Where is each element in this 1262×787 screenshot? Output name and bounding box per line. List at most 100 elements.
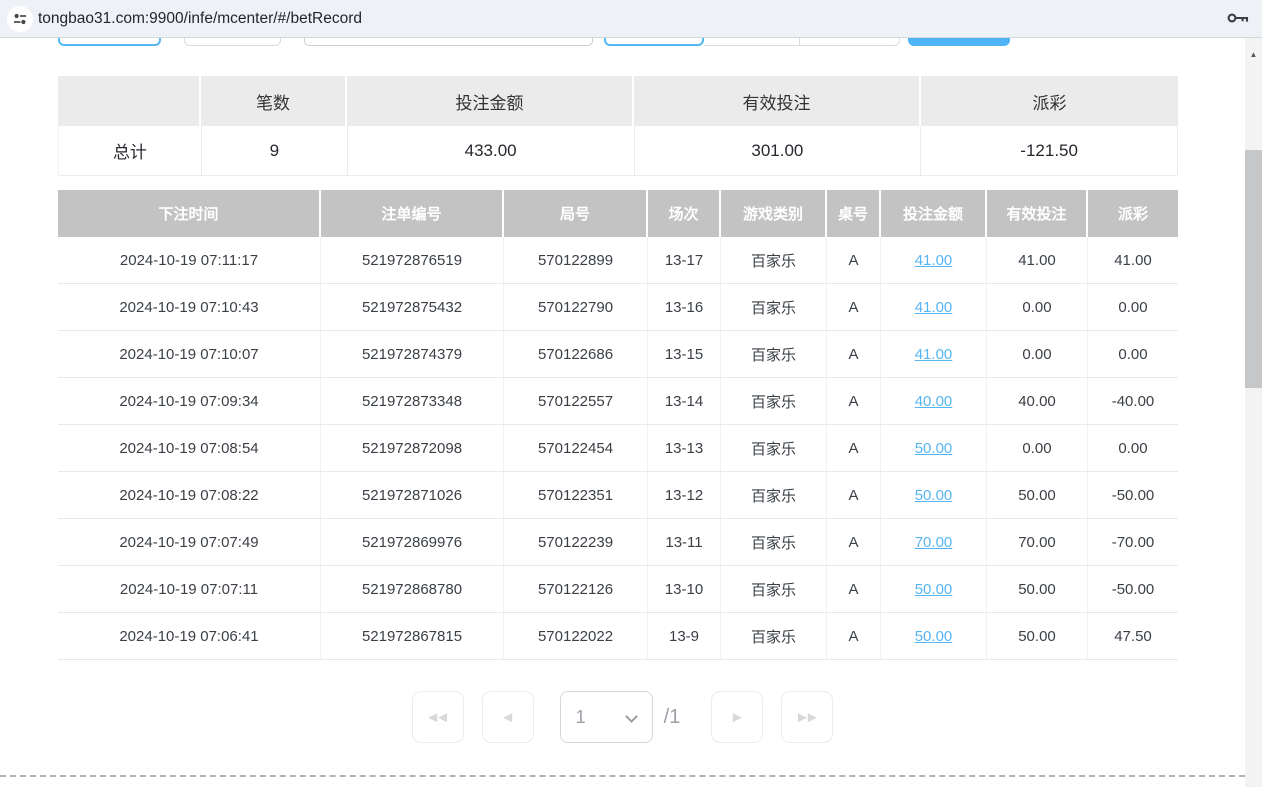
cell-bet-amount: 41.00 <box>881 237 987 283</box>
cell-table-number: A <box>827 425 881 471</box>
table-header-row: 下注时间 注单编号 局号 场次 游戏类别 桌号 投注金额 有效投注 派彩 <box>58 190 1178 237</box>
prev-page-button[interactable]: ◄ <box>482 691 534 743</box>
cell-table-number: A <box>827 519 881 565</box>
cell-table-number: A <box>827 331 881 377</box>
bet-amount-link[interactable]: 41.00 <box>915 346 953 363</box>
cell-round-number: 570122790 <box>504 284 648 330</box>
col-header-table-number: 桌号 <box>827 190 881 237</box>
bet-record-table: 下注时间 注单编号 局号 场次 游戏类别 桌号 投注金额 有效投注 派彩 202… <box>58 190 1178 660</box>
next-page-button[interactable]: ► <box>711 691 763 743</box>
prev-page-icon: ◄ <box>500 709 515 726</box>
url-text[interactable]: tongbao31.com:9900/infe/mcenter/#/betRec… <box>38 0 362 38</box>
cell-session: 13-12 <box>648 472 721 518</box>
last-page-icon: ►► <box>795 709 815 726</box>
cell-bet-amount: 50.00 <box>881 472 987 518</box>
vertical-scrollbar[interactable]: ▲ <box>1245 38 1262 787</box>
cell-order-number: 521972872098 <box>321 425 504 471</box>
bet-amount-link[interactable]: 41.00 <box>915 252 953 269</box>
table-row: 2024-10-19 07:10:43 521972875432 5701227… <box>58 284 1178 331</box>
cell-order-number: 521972867815 <box>321 613 504 659</box>
table-row: 2024-10-19 07:06:41 521972867815 5701220… <box>58 613 1178 660</box>
cell-bet-amount: 50.00 <box>881 566 987 612</box>
cell-payout: -50.00 <box>1088 472 1178 518</box>
bet-amount-link[interactable]: 40.00 <box>915 393 953 410</box>
summary-header-valid-bet: 有效投注 <box>634 76 921 126</box>
first-page-button[interactable]: ◄◄ <box>412 691 464 743</box>
table-row: 2024-10-19 07:08:22 521972871026 5701223… <box>58 472 1178 519</box>
cell-table-number: A <box>827 237 881 283</box>
cell-valid-bet: 70.00 <box>987 519 1088 565</box>
cell-payout: -50.00 <box>1088 566 1178 612</box>
cell-round-number: 570122899 <box>504 237 648 283</box>
cell-valid-bet: 50.00 <box>987 472 1088 518</box>
table-row: 2024-10-19 07:09:34 521972873348 5701225… <box>58 378 1178 425</box>
cell-session: 13-11 <box>648 519 721 565</box>
cell-game-type: 百家乐 <box>721 566 827 612</box>
cell-bet-time: 2024-10-19 07:06:41 <box>58 613 321 659</box>
cell-order-number: 521972869976 <box>321 519 504 565</box>
cell-bet-amount: 50.00 <box>881 613 987 659</box>
cell-bet-amount: 41.00 <box>881 284 987 330</box>
cell-bet-amount: 40.00 <box>881 378 987 424</box>
cell-game-type: 百家乐 <box>721 519 827 565</box>
cell-valid-bet: 0.00 <box>987 331 1088 377</box>
bet-amount-link[interactable]: 50.00 <box>915 628 953 645</box>
col-header-order-number: 注单编号 <box>321 190 504 237</box>
bet-amount-link[interactable]: 50.00 <box>915 487 953 504</box>
summary-header-row: 笔数 投注金额 有效投注 派彩 <box>58 76 1178 126</box>
table-row: 2024-10-19 07:07:11 521972868780 5701221… <box>58 566 1178 613</box>
cell-valid-bet: 50.00 <box>987 566 1088 612</box>
cell-bet-amount: 50.00 <box>881 425 987 471</box>
bet-amount-link[interactable]: 50.00 <box>915 440 953 457</box>
cell-game-type: 百家乐 <box>721 378 827 424</box>
cell-table-number: A <box>827 284 881 330</box>
bet-table-body: 2024-10-19 07:11:17 521972876519 5701228… <box>58 237 1178 660</box>
cell-bet-time: 2024-10-19 07:09:34 <box>58 378 321 424</box>
table-row: 2024-10-19 07:08:54 521972872098 5701224… <box>58 425 1178 472</box>
cell-game-type: 百家乐 <box>721 425 827 471</box>
summary-total-bet-amount: 433.00 <box>348 126 635 175</box>
cell-game-type: 百家乐 <box>721 237 827 283</box>
col-header-payout: 派彩 <box>1088 190 1178 237</box>
cell-payout: 41.00 <box>1088 237 1178 283</box>
cell-table-number: A <box>827 472 881 518</box>
cell-session: 13-14 <box>648 378 721 424</box>
cell-bet-time: 2024-10-19 07:08:54 <box>58 425 321 471</box>
scrollbar-thumb[interactable] <box>1245 150 1262 388</box>
bet-record-page: 笔数 投注金额 有效投注 派彩 总计 9 433.00 301.00 -121.… <box>0 38 1245 787</box>
summary-header-bet-amount: 投注金额 <box>347 76 634 126</box>
tune-icon <box>12 11 28 27</box>
cell-round-number: 570122126 <box>504 566 648 612</box>
summary-total-label: 总计 <box>59 126 202 175</box>
next-page-icon: ► <box>730 709 745 726</box>
last-page-button[interactable]: ►► <box>781 691 833 743</box>
cell-game-type: 百家乐 <box>721 613 827 659</box>
cell-session: 13-15 <box>648 331 721 377</box>
summary-total-valid-bet: 301.00 <box>635 126 922 175</box>
summary-table: 笔数 投注金额 有效投注 派彩 总计 9 433.00 301.00 -121.… <box>58 76 1178 176</box>
bet-amount-link[interactable]: 50.00 <box>915 581 953 598</box>
col-header-bet-time: 下注时间 <box>58 190 321 237</box>
cell-round-number: 570122239 <box>504 519 648 565</box>
cell-valid-bet: 50.00 <box>987 613 1088 659</box>
cell-round-number: 570122022 <box>504 613 648 659</box>
site-settings-button[interactable] <box>7 6 33 32</box>
summary-total-count: 9 <box>202 126 348 175</box>
cell-round-number: 570122351 <box>504 472 648 518</box>
scrollbar-up-arrow-icon[interactable]: ▲ <box>1245 50 1262 59</box>
cell-game-type: 百家乐 <box>721 472 827 518</box>
cell-payout: 0.00 <box>1088 331 1178 377</box>
page-select[interactable]: 1 <box>560 691 653 743</box>
bet-amount-link[interactable]: 70.00 <box>915 534 953 551</box>
cell-table-number: A <box>827 613 881 659</box>
password-manager-button[interactable] <box>1226 8 1250 33</box>
cell-session: 13-13 <box>648 425 721 471</box>
table-row: 2024-10-19 07:10:07 521972874379 5701226… <box>58 331 1178 378</box>
cell-session: 13-10 <box>648 566 721 612</box>
cell-table-number: A <box>827 378 881 424</box>
cell-session: 13-16 <box>648 284 721 330</box>
total-pages-label: /1 <box>664 706 681 729</box>
bet-amount-link[interactable]: 41.00 <box>915 299 953 316</box>
browser-address-bar[interactable]: tongbao31.com:9900/infe/mcenter/#/betRec… <box>0 0 1262 38</box>
cell-order-number: 521972875432 <box>321 284 504 330</box>
